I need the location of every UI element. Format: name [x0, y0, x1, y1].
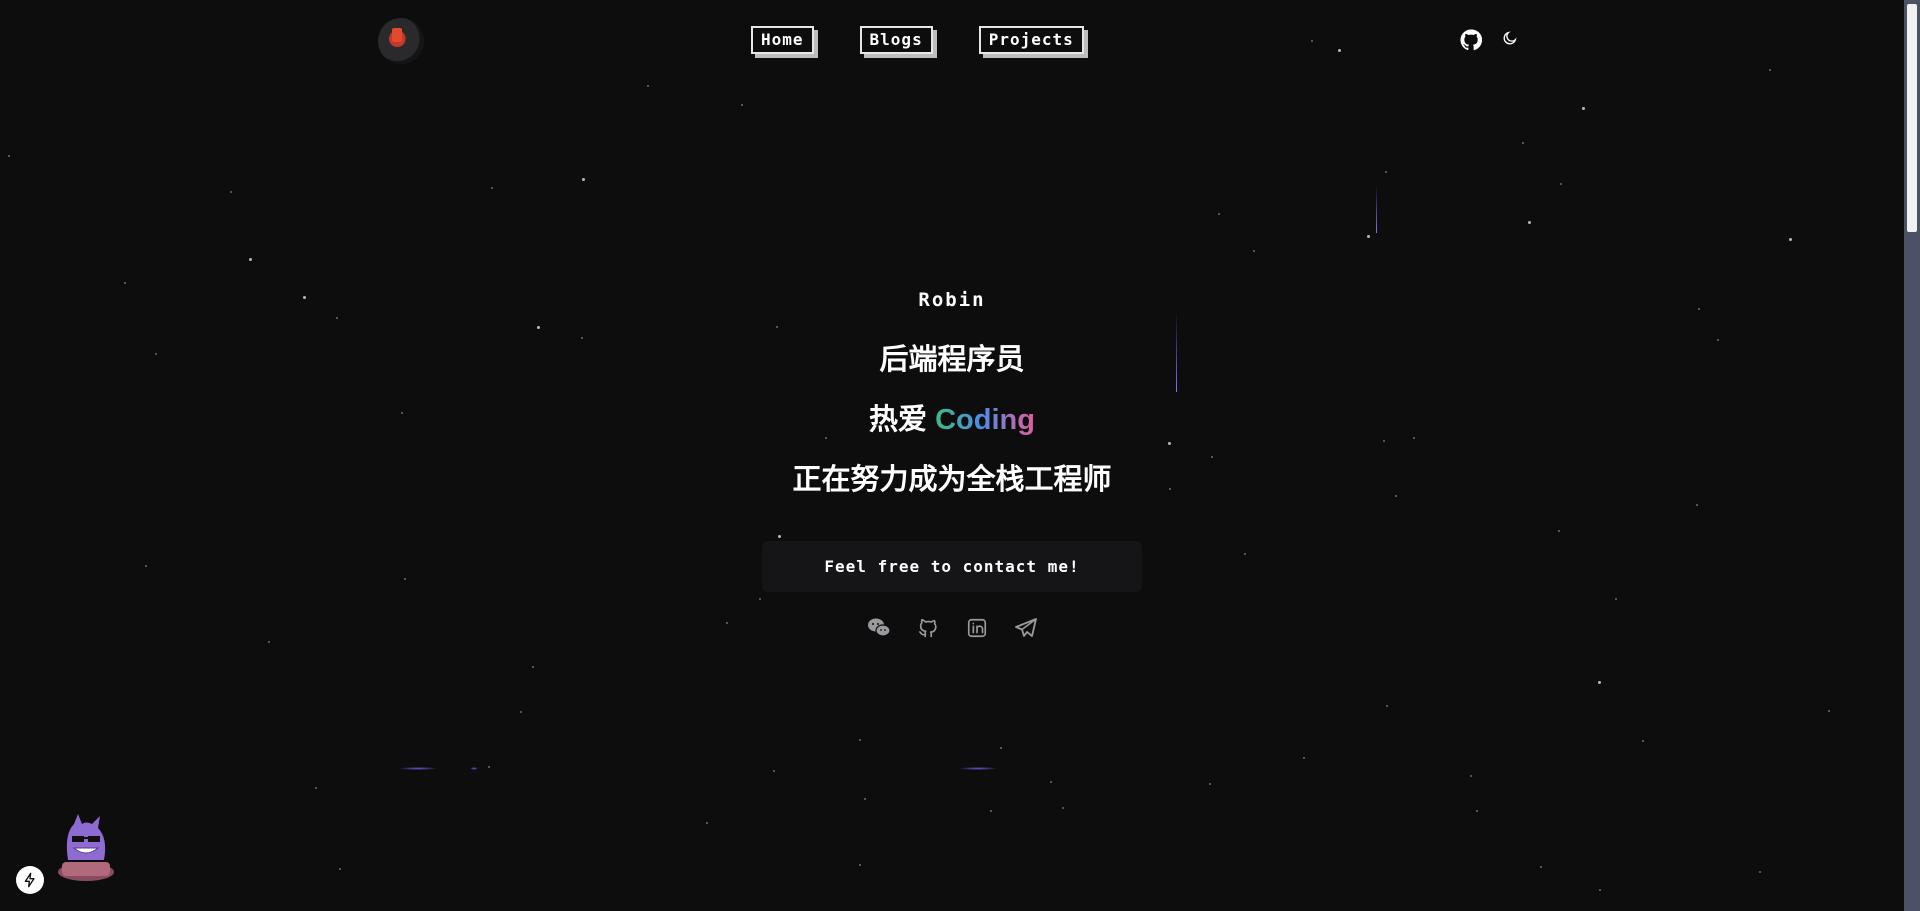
gengar-mascot[interactable] [48, 810, 124, 886]
hero-passion-prefix: 热爱 [869, 404, 936, 436]
star [1062, 807, 1064, 809]
page: Home Blogs Projects Robin 后端程序员 热爱 Codin… [0, 0, 1920, 911]
star [1560, 183, 1562, 185]
nav-projects[interactable]: Projects [978, 26, 1084, 54]
star [1470, 775, 1472, 777]
star [532, 666, 534, 668]
star [1828, 710, 1830, 712]
wechat-icon[interactable] [866, 615, 891, 640]
star [1367, 235, 1370, 238]
hero-role: 后端程序员 [879, 344, 1025, 376]
star [1218, 213, 1220, 215]
star [773, 770, 775, 772]
star [230, 191, 232, 193]
site-logo[interactable] [378, 18, 424, 64]
lightning-icon[interactable] [16, 866, 44, 894]
star [778, 535, 781, 538]
star [491, 187, 493, 189]
star [1642, 740, 1644, 742]
star [741, 104, 743, 106]
star [488, 766, 490, 768]
star [1386, 705, 1388, 707]
hero: Robin 后端程序员 热爱 Coding 正在努力成为全栈工程师 [0, 280, 1904, 520]
hero-coding-highlight: Coding [935, 404, 1035, 436]
star [1599, 889, 1601, 891]
linkedin-icon[interactable] [964, 615, 989, 640]
star [1582, 107, 1585, 110]
social-links [866, 615, 1038, 640]
glow-streak [398, 767, 438, 770]
nav-home[interactable]: Home [751, 26, 814, 54]
hero-goal: 正在努力成为全栈工程师 [792, 464, 1112, 496]
main-nav: Home Blogs Projects [751, 26, 1084, 54]
github-icon[interactable] [915, 615, 940, 640]
star [1759, 871, 1761, 873]
star [1789, 238, 1792, 241]
star [706, 822, 708, 824]
star [1615, 598, 1617, 600]
star [582, 178, 585, 181]
star [145, 565, 147, 567]
star [1528, 221, 1531, 224]
star [1540, 866, 1542, 868]
github-icon[interactable] [1459, 28, 1483, 52]
star [1598, 681, 1601, 684]
hero-name: Robin [918, 289, 986, 311]
glow-streak [470, 767, 478, 770]
star [759, 598, 761, 600]
scrollbar-thumb[interactable] [1907, 4, 1917, 232]
star [726, 622, 728, 624]
star [404, 578, 406, 580]
star [1000, 747, 1002, 749]
nav-blogs[interactable]: Blogs [859, 26, 933, 54]
glow-streak [958, 767, 998, 770]
star [249, 258, 252, 261]
star [1558, 530, 1560, 532]
scrollbar[interactable] [1904, 0, 1920, 911]
star [1385, 171, 1387, 173]
star [339, 868, 341, 870]
star [990, 810, 992, 812]
star [315, 787, 317, 789]
star [1050, 781, 1052, 783]
contact-button[interactable]: Feel free to contact me! [762, 541, 1142, 592]
moon-icon[interactable] [1500, 28, 1520, 48]
star [1253, 250, 1255, 252]
star [520, 711, 522, 713]
star [1303, 757, 1305, 759]
star [1476, 810, 1478, 812]
meteor-streak [1376, 185, 1377, 233]
site-header: Home Blogs Projects [0, 0, 1904, 80]
star [864, 798, 866, 800]
star [1522, 142, 1524, 144]
star [859, 864, 861, 866]
star [859, 739, 861, 741]
star [1209, 783, 1211, 785]
star [8, 155, 10, 157]
star [647, 85, 649, 87]
star [1244, 553, 1246, 555]
star [268, 641, 270, 643]
telegram-icon[interactable] [1013, 615, 1038, 640]
hero-passion: 热爱 Coding [0, 400, 1904, 440]
